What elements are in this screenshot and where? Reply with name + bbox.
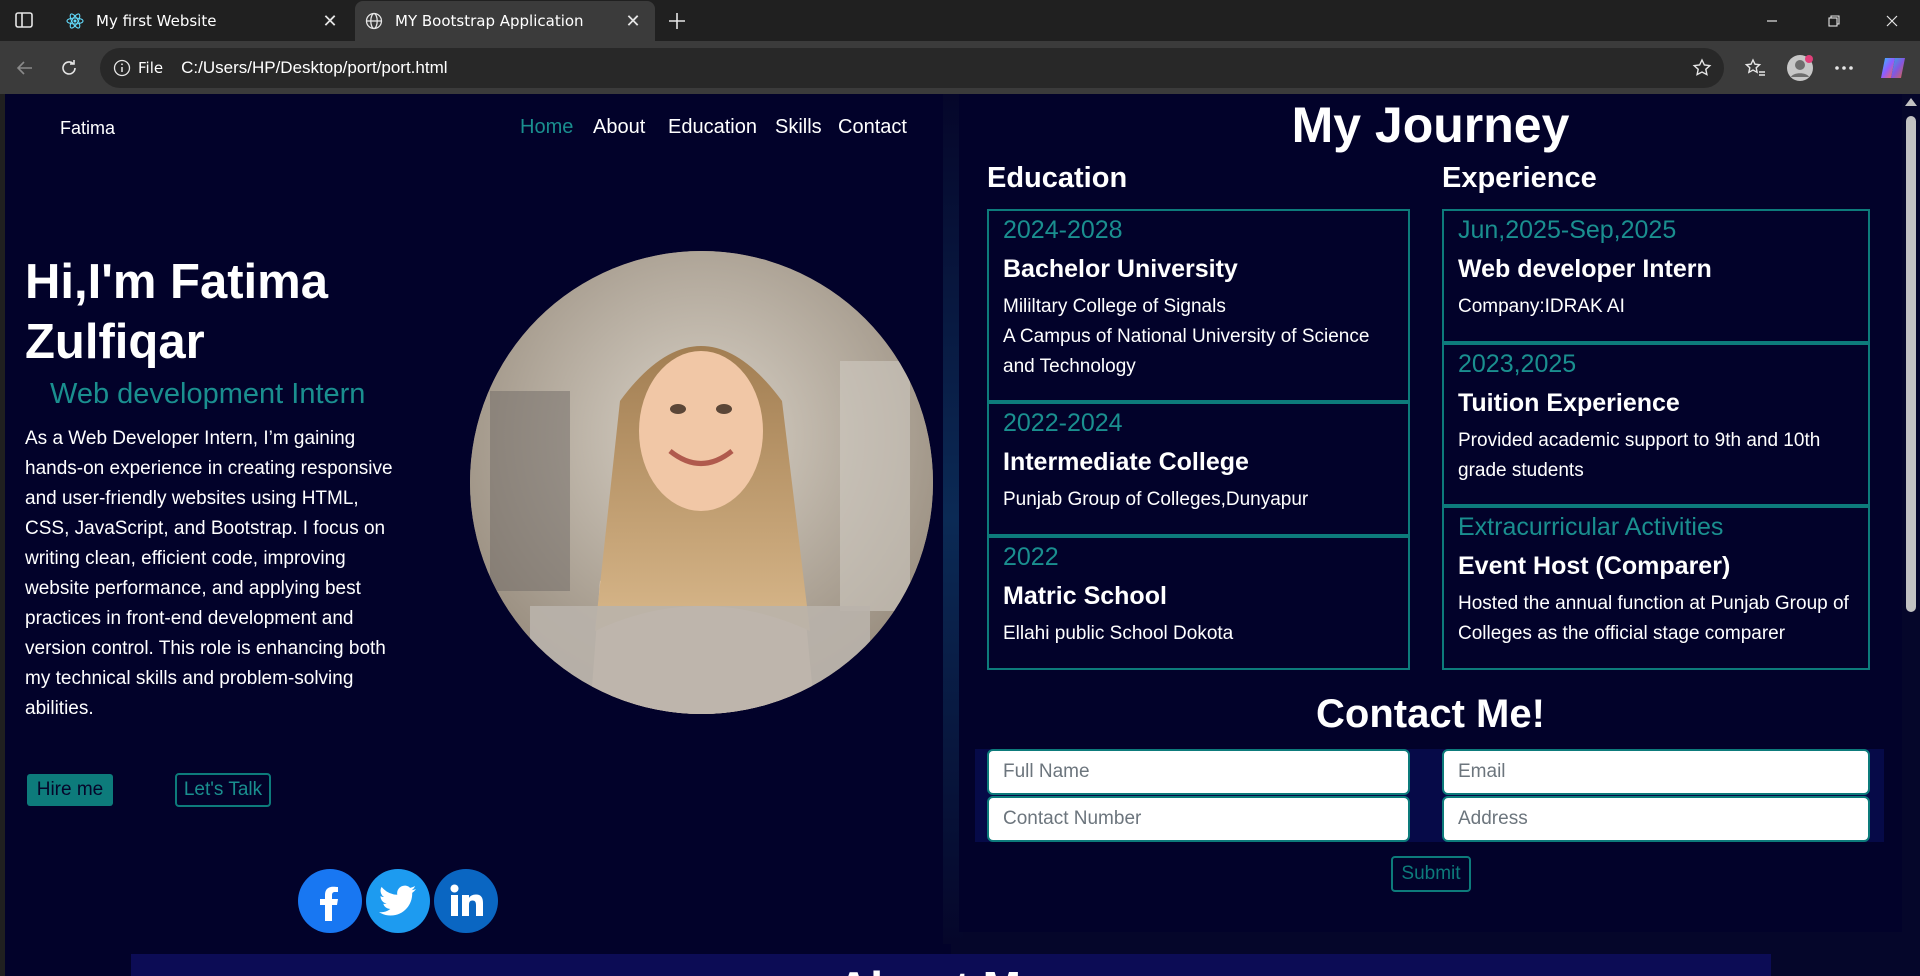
scheme-label: File — [138, 59, 164, 77]
minimize-icon[interactable] — [1744, 0, 1800, 41]
url-text: C:/Users/HP/Desktop/port/port.html — [181, 58, 448, 77]
scroll-up-icon[interactable] — [1905, 98, 1917, 106]
scrollbar-thumb[interactable] — [1906, 116, 1916, 612]
card-description: Punjab Group of Colleges,Dunyapur — [1003, 489, 1309, 510]
card-year: 2023,2025 — [1458, 350, 1577, 378]
linkedin-icon[interactable] — [434, 869, 498, 933]
favorites-icon[interactable] — [1740, 53, 1770, 83]
card-year: 2024-2028 — [1003, 216, 1123, 244]
card-line: A Campus of National University of Scien… — [1003, 326, 1370, 377]
close-tab-icon[interactable]: ✕ — [621, 9, 645, 33]
card-description: Company:IDRAK AI — [1458, 296, 1625, 317]
journey-section: My Journey Education Experience 2024-202… — [959, 94, 1902, 932]
card-year: Extracurricular Activities — [1458, 513, 1724, 541]
education-card: 2022-2024 Intermediate College Punjab Gr… — [987, 402, 1410, 536]
copilot-icon[interactable] — [1878, 53, 1908, 83]
lets-talk-button[interactable]: Let's Talk — [175, 773, 271, 807]
nav-link-about[interactable]: About — [593, 116, 645, 139]
tab-bar: My first Website ✕ MY Bootstrap Applicat… — [0, 0, 1920, 41]
nav-link-home[interactable]: Home — [520, 116, 573, 139]
new-tab-icon[interactable] — [663, 7, 691, 35]
react-icon — [66, 12, 84, 30]
navbar-brand[interactable]: Fatima — [60, 118, 115, 139]
experience-card: Extracurricular Activities Event Host (C… — [1442, 506, 1870, 670]
close-window-icon[interactable] — [1864, 0, 1920, 41]
education-card: 2024-2028 Bachelor University Mililtary … — [987, 209, 1410, 402]
page-viewport: Fatima Home About Education Skills Conta… — [5, 94, 1920, 976]
tab-title: My first Website — [96, 12, 217, 30]
about-heading: About Me — [837, 958, 1047, 976]
about-section: About Me — [131, 954, 1771, 976]
tab-my-first-website[interactable]: My first Website ✕ — [56, 1, 352, 41]
page-scrollbar[interactable] — [1902, 94, 1920, 976]
card-description: Provided academic support to 9th and 10t… — [1458, 430, 1821, 481]
profile-photo — [470, 251, 933, 714]
nav-link-contact[interactable]: Contact — [838, 116, 907, 139]
card-line: Mililtary College of Signals — [1003, 296, 1226, 317]
card-title: Web developer Intern — [1458, 255, 1712, 283]
contact-title: Contact Me! — [1316, 692, 1545, 736]
nav-link-education[interactable]: Education — [668, 116, 757, 139]
hero-intro: As a Web Developer Intern, I’m gaining h… — [25, 428, 393, 719]
restore-icon[interactable] — [1806, 0, 1862, 41]
url-field[interactable]: File C:/Users/HP/Desktop/port/port.html — [100, 48, 1724, 88]
card-title: Bachelor University — [1003, 255, 1238, 283]
address-field[interactable]: Address — [1442, 796, 1870, 842]
full-name-field[interactable]: Full Name — [987, 749, 1410, 795]
contact-number-field[interactable]: Contact Number — [987, 796, 1410, 842]
submit-button[interactable]: Submit — [1391, 856, 1471, 892]
journey-title: My Journey — [1291, 97, 1570, 153]
experience-card: Jun,2025-Sep,2025 Web developer Intern C… — [1442, 209, 1870, 343]
facebook-icon[interactable] — [298, 869, 362, 933]
hire-me-button[interactable]: Hire me — [27, 774, 113, 806]
card-description: Hosted the annual function at Punjab Gro… — [1458, 593, 1849, 644]
experience-heading: Experience — [1442, 162, 1597, 194]
experience-card: 2023,2025 Tuition Experience Provided ac… — [1442, 343, 1870, 506]
card-title: Event Host (Comparer) — [1458, 552, 1731, 580]
hero-greeting: Hi,I'm Fatima Zulfiqar — [25, 255, 328, 369]
info-icon[interactable] — [112, 58, 132, 78]
twitter-icon[interactable] — [366, 869, 430, 933]
card-title: Intermediate College — [1003, 448, 1249, 476]
bookmark-star-icon[interactable] — [1690, 56, 1714, 80]
email-field[interactable]: Email — [1442, 749, 1870, 795]
card-description: Ellahi public School Dokota — [1003, 623, 1234, 644]
card-title: Tuition Experience — [1458, 389, 1680, 417]
tab-my-bootstrap-application[interactable]: MY Bootstrap Application ✕ — [355, 1, 655, 41]
card-year: Jun,2025-Sep,2025 — [1458, 216, 1677, 244]
close-tab-icon[interactable]: ✕ — [318, 9, 342, 33]
education-heading: Education — [987, 162, 1128, 194]
nav-link-skills[interactable]: Skills — [775, 116, 822, 139]
card-year: 2022 — [1003, 543, 1059, 571]
card-description: Mililtary College of Signals A Campus of… — [1003, 292, 1394, 382]
education-card: 2022 Matric School Ellahi public School … — [987, 536, 1410, 670]
address-bar: File C:/Users/HP/Desktop/port/port.html — [0, 41, 1920, 94]
card-year: 2022-2024 — [1003, 409, 1123, 437]
back-icon[interactable] — [10, 53, 40, 83]
more-options-icon[interactable] — [1829, 53, 1859, 83]
hero-role: Web development Intern — [50, 378, 366, 410]
tab-title: MY Bootstrap Application — [395, 12, 584, 30]
card-title: Matric School — [1003, 582, 1167, 610]
globe-icon — [365, 12, 383, 30]
sidebar-toggle-icon[interactable] — [12, 9, 36, 31]
home-section: Fatima Home About Education Skills Conta… — [5, 94, 951, 976]
profile-avatar-icon[interactable] — [1785, 53, 1815, 83]
reload-icon[interactable] — [54, 53, 84, 83]
